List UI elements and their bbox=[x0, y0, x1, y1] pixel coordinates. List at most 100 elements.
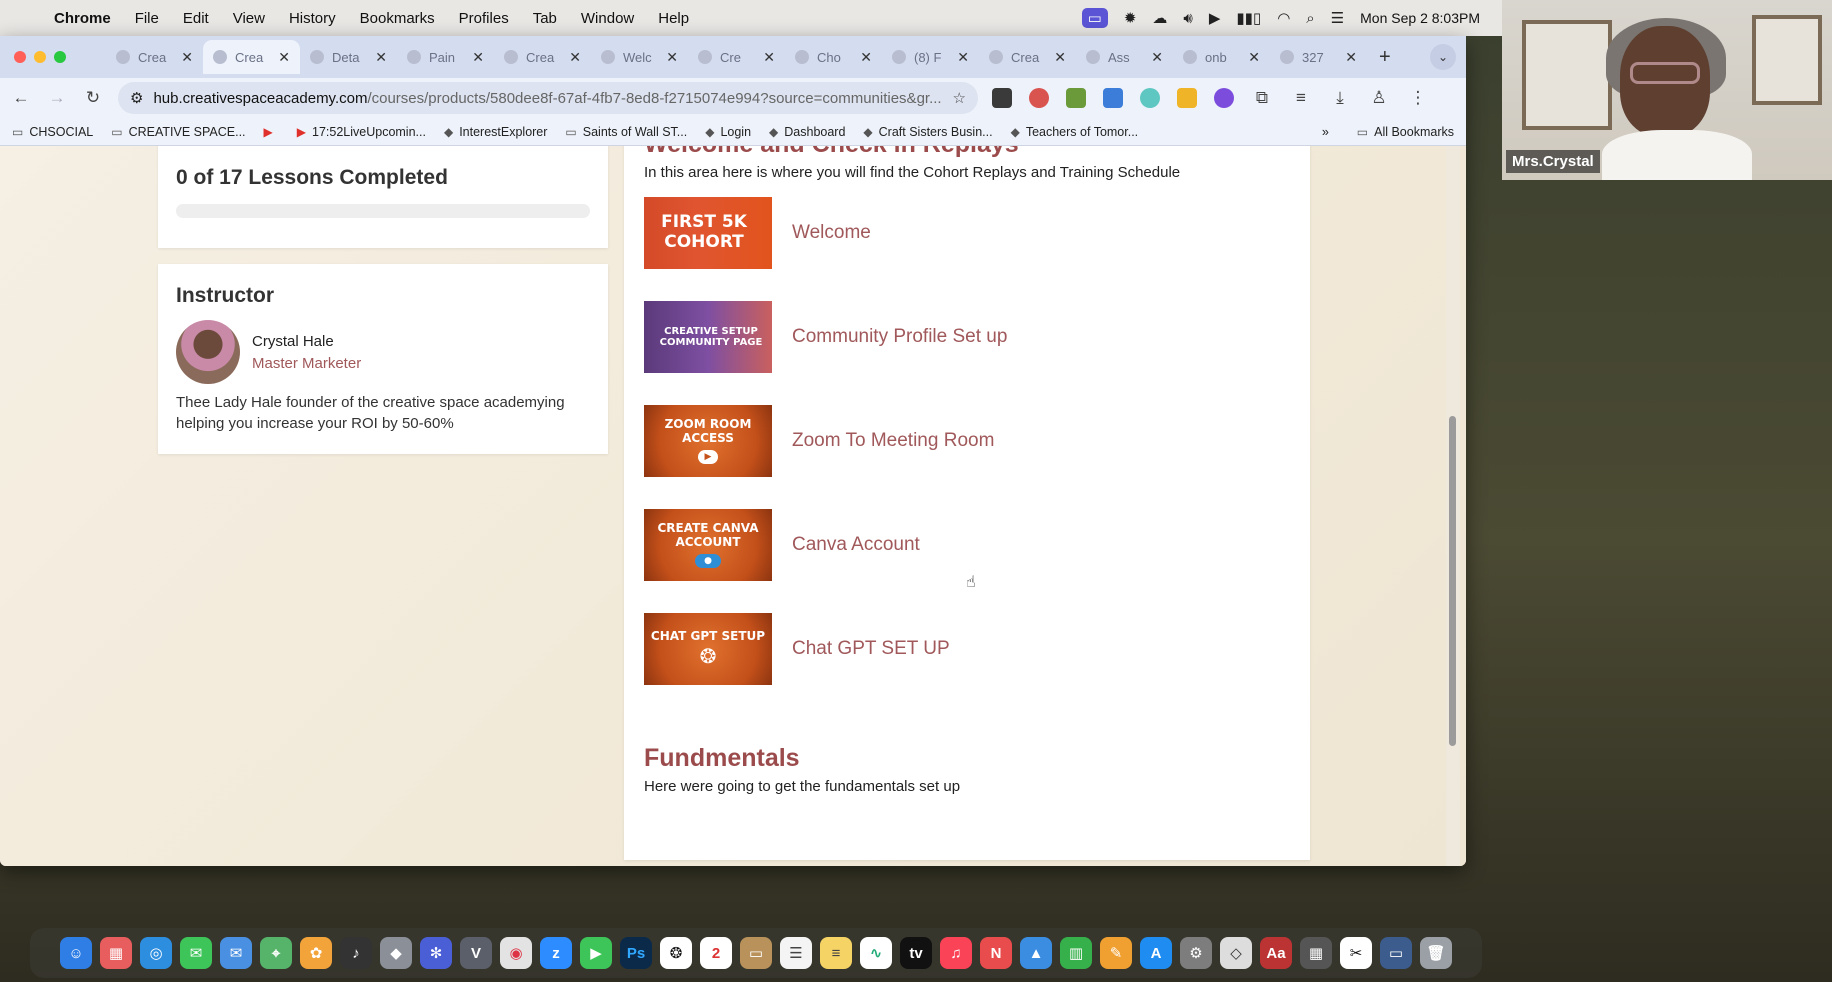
browser-tab[interactable]: Cho ✕ bbox=[785, 40, 882, 74]
bookmark-item[interactable]: ▶ bbox=[264, 125, 279, 139]
bookmark-item[interactable]: ◆ Dashboard bbox=[769, 125, 845, 139]
play-icon[interactable]: ▶ bbox=[1209, 9, 1221, 27]
address-bar[interactable]: ⚙ hub.creativespaceacademy.com/courses/p… bbox=[118, 82, 978, 114]
cloud-icon[interactable]: ☁ bbox=[1152, 9, 1167, 27]
extension-glasses-icon[interactable] bbox=[1066, 88, 1086, 108]
menu-edit[interactable]: Edit bbox=[171, 10, 221, 27]
volume-icon[interactable]: 🔊︎ bbox=[1183, 10, 1192, 27]
control-center-icon[interactable]: ☰ bbox=[1331, 9, 1344, 27]
notes-icon[interactable]: ≡ bbox=[820, 937, 852, 969]
lesson-thumbnail-community-profile[interactable]: CREATIVE SETUP COMMUNITY PAGE bbox=[644, 301, 772, 373]
browser-tab[interactable]: Ass ✕ bbox=[1076, 40, 1173, 74]
tab-close-icon[interactable]: ✕ bbox=[1248, 49, 1260, 66]
menu-file[interactable]: File bbox=[123, 10, 171, 27]
reload-icon[interactable]: ↻ bbox=[82, 88, 104, 108]
safari-icon[interactable]: ◎ bbox=[140, 937, 172, 969]
photoshop-icon[interactable]: Ps bbox=[620, 937, 652, 969]
wifi-icon[interactable]: ◠ bbox=[1277, 9, 1290, 27]
chrome-menu-icon[interactable]: ⋮ bbox=[1407, 88, 1429, 108]
browser-tab[interactable]: Deta ✕ bbox=[300, 40, 397, 74]
tab-close-icon[interactable]: ✕ bbox=[181, 49, 193, 66]
extension-circle-icon[interactable] bbox=[1140, 88, 1160, 108]
photos-icon[interactable]: ✿ bbox=[300, 937, 332, 969]
browser-tab[interactable]: Cre ✕ bbox=[688, 40, 785, 74]
extension-docs-icon[interactable] bbox=[1103, 88, 1123, 108]
spotlight-search-icon[interactable]: ⌕ bbox=[1306, 10, 1314, 27]
gear-app-icon[interactable]: ✻ bbox=[420, 937, 452, 969]
all-bookmarks-folder[interactable]: ▭ All Bookmarks bbox=[1357, 125, 1454, 139]
tab-close-icon[interactable]: ✕ bbox=[278, 49, 290, 66]
calendar-icon[interactable]: 2 bbox=[700, 937, 732, 969]
tab-close-icon[interactable]: ✕ bbox=[957, 49, 969, 66]
music-icon[interactable]: ♫ bbox=[940, 937, 972, 969]
lesson-title-community-profile[interactable]: Community Profile Set up bbox=[792, 326, 1007, 348]
bookmark-item[interactable]: ◆ InterestExplorer bbox=[444, 125, 547, 139]
screen-share-icon[interactable]: ▭ bbox=[1081, 8, 1108, 28]
maps-icon[interactable]: ⌖ bbox=[260, 937, 292, 969]
browser-tab[interactable]: Pain ✕ bbox=[397, 40, 494, 74]
browser-tab[interactable]: onb ✕ bbox=[1173, 40, 1270, 74]
browser-tab[interactable]: Crea ✕ bbox=[203, 40, 300, 74]
messages-icon[interactable]: ✉ bbox=[180, 937, 212, 969]
numbers-icon[interactable]: ▥ bbox=[1060, 937, 1092, 969]
cube-app-icon[interactable]: ◇ bbox=[1220, 937, 1252, 969]
pages-icon[interactable]: ✎ bbox=[1100, 937, 1132, 969]
lesson-title-zoom[interactable]: Zoom To Meeting Room bbox=[792, 430, 994, 452]
browser-tab[interactable]: (8) F ✕ bbox=[882, 40, 979, 74]
lesson-thumbnail-welcome[interactable]: FIRST 5K COHORT bbox=[644, 197, 772, 269]
finder-icon[interactable]: ☺ bbox=[60, 937, 92, 969]
zoom-window-icon[interactable] bbox=[54, 51, 66, 63]
media-control-icon[interactable]: ≡ bbox=[1290, 88, 1312, 108]
news-icon[interactable]: N bbox=[980, 937, 1012, 969]
lesson-community-profile[interactable]: CREATIVE SETUP COMMUNITY PAGE Community … bbox=[644, 301, 1290, 373]
calculator-icon[interactable]: ▦ bbox=[1300, 937, 1332, 969]
browser-tab[interactable]: Welc ✕ bbox=[591, 40, 688, 74]
capcut-icon[interactable]: ✂ bbox=[1340, 937, 1372, 969]
bookmark-item[interactable]: ◆ Teachers of Tomor... bbox=[1011, 125, 1139, 139]
bookmark-item[interactable]: ◆ Login bbox=[705, 125, 751, 139]
menu-profiles[interactable]: Profiles bbox=[447, 10, 521, 27]
tab-close-icon[interactable]: ✕ bbox=[569, 49, 581, 66]
system-app-icon[interactable]: ◆ bbox=[380, 937, 412, 969]
menu-window[interactable]: Window bbox=[569, 10, 646, 27]
bookmark-item[interactable]: ▭ CHSOCIAL bbox=[12, 125, 93, 139]
tab-close-icon[interactable]: ✕ bbox=[1345, 49, 1357, 66]
lesson-thumbnail-chatgpt[interactable]: CHAT GPT SETUP ❂ bbox=[644, 613, 772, 685]
back-icon[interactable]: ← bbox=[10, 88, 32, 108]
trash-icon[interactable]: 🗑︎ bbox=[1420, 937, 1452, 969]
bookmark-item[interactable]: ▶ 17:52LiveUpcomin... bbox=[297, 125, 426, 139]
menu-history[interactable]: History bbox=[277, 10, 348, 27]
lesson-thumbnail-canva[interactable]: CREATE CANVA ACCOUNT ● bbox=[644, 509, 772, 581]
browser-tab[interactable]: 327 ✕ bbox=[1270, 40, 1367, 74]
dictionary-icon[interactable]: Aa bbox=[1260, 937, 1292, 969]
lesson-welcome[interactable]: FIRST 5K COHORT Welcome bbox=[644, 197, 1290, 269]
menu-help[interactable]: Help bbox=[646, 10, 701, 27]
lesson-canva-account[interactable]: CREATE CANVA ACCOUNT ● Canva Account bbox=[644, 509, 1290, 581]
profile-icon[interactable]: ♙ bbox=[1368, 88, 1390, 108]
bookmark-item[interactable]: ▭ CREATIVE SPACE... bbox=[111, 125, 245, 139]
freeform-icon[interactable]: ∿ bbox=[860, 937, 892, 969]
lesson-chat-gpt[interactable]: CHAT GPT SETUP ❂ Chat GPT SET UP bbox=[644, 613, 1290, 685]
extension-grid-icon[interactable] bbox=[1177, 88, 1197, 108]
forward-icon[interactable]: → bbox=[46, 88, 68, 108]
mail-icon[interactable]: ✉ bbox=[220, 937, 252, 969]
tab-close-icon[interactable]: ✕ bbox=[472, 49, 484, 66]
desktop-stack-icon[interactable]: ▭ bbox=[1380, 937, 1412, 969]
lesson-title-welcome[interactable]: Welcome bbox=[792, 222, 871, 244]
tab-close-icon[interactable]: ✕ bbox=[763, 49, 775, 66]
lesson-thumbnail-zoom[interactable]: ZOOM ROOM ACCESS ▶ bbox=[644, 405, 772, 477]
menu-tab[interactable]: Tab bbox=[521, 10, 569, 27]
menubar-clock[interactable]: Mon Sep 2 8:03PM bbox=[1360, 10, 1480, 26]
chatgpt-dock-icon[interactable]: ❂ bbox=[660, 937, 692, 969]
keynote-icon[interactable]: ▲ bbox=[1020, 937, 1052, 969]
downloads-icon[interactable]: ⤓ bbox=[1329, 88, 1351, 108]
bookmarks-overflow-icon[interactable]: » bbox=[1322, 125, 1329, 139]
page-scrollbar[interactable] bbox=[1446, 146, 1460, 866]
apple-tv-icon[interactable]: tv bbox=[900, 937, 932, 969]
tab-close-icon[interactable]: ✕ bbox=[375, 49, 387, 66]
bookmark-item[interactable]: ▭ Saints of Wall ST... bbox=[565, 125, 687, 139]
tab-search-icon[interactable]: ⌄ bbox=[1430, 44, 1456, 70]
folder-app-icon[interactable]: ▭ bbox=[740, 937, 772, 969]
launchpad-icon[interactable]: ▦ bbox=[100, 937, 132, 969]
lesson-title-canva[interactable]: Canva Account bbox=[792, 534, 920, 556]
